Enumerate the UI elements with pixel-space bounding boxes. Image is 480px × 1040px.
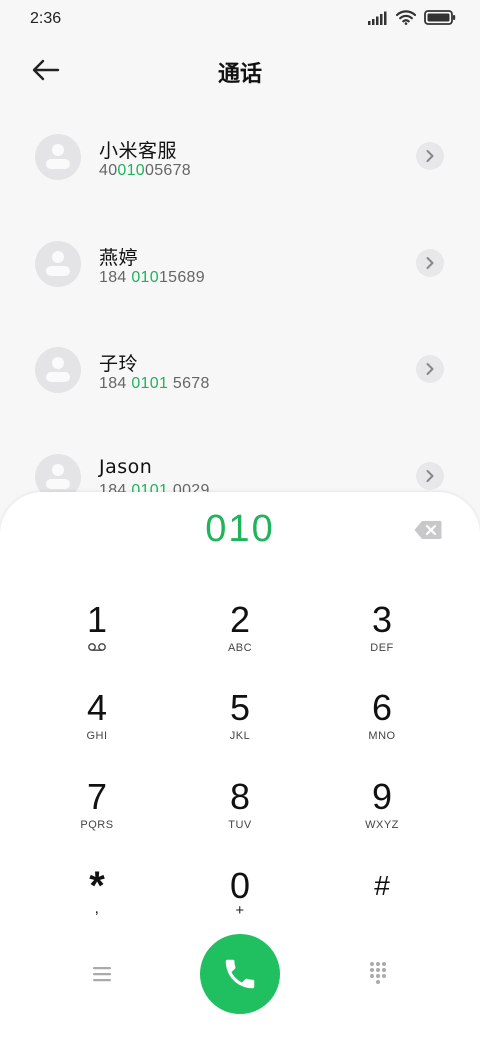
contact-row[interactable]: 小米客服 4001005678	[0, 100, 480, 207]
key-digit: 4	[86, 687, 108, 728]
key-letters: DEF	[370, 642, 394, 654]
match-highlight: 0101	[131, 375, 169, 392]
phone-screen: 2:36 通话 小米客服 4001005678 燕婷 184 01015689 …	[0, 0, 480, 1040]
key-6[interactable]: 6 MNO	[307, 688, 457, 770]
contact-detail-button[interactable]	[416, 249, 444, 277]
chevron-right-icon	[426, 363, 434, 375]
phone-icon	[225, 959, 255, 989]
contact-detail-button[interactable]	[416, 142, 444, 170]
header: 通话	[0, 40, 480, 100]
page-title: 通话	[217, 62, 262, 87]
contact-row[interactable]: 子玲 184 0101 5678	[0, 313, 480, 420]
avatar	[35, 134, 81, 180]
avatar	[35, 241, 81, 287]
key-7[interactable]: 7 PQRS	[22, 777, 172, 859]
key-letters: PQRS	[80, 819, 114, 831]
contact-row[interactable]: 燕婷 184 01015689	[0, 207, 480, 314]
key-letters: GHI	[86, 730, 108, 742]
wifi-icon	[396, 10, 416, 25]
key-letters: ,	[94, 900, 100, 917]
key-digit: 5	[229, 687, 251, 728]
contact-name: 燕婷	[99, 247, 139, 269]
voicemail-icon	[88, 643, 106, 651]
contact-number: 184 01015689	[99, 269, 205, 286]
match-highlight: 010	[117, 162, 146, 179]
contact-number: 184 0101 5678	[99, 375, 210, 392]
key-digit: 3	[371, 599, 393, 640]
signal-icon	[368, 11, 387, 25]
chevron-right-icon	[426, 150, 434, 162]
dialed-number: 010	[205, 508, 275, 550]
key-digit: 2	[229, 599, 251, 640]
key-letters: +	[235, 902, 245, 919]
key-digit: 1	[86, 599, 108, 640]
dialpad-panel: 010 1 2 ABC 3 DEF 4 GHI 5 JKL 6 MNO 7 PQ…	[0, 492, 480, 1040]
backspace-button[interactable]	[414, 520, 442, 540]
status-bar: 2:36	[0, 0, 480, 40]
key-letters: TUV	[228, 819, 252, 831]
keypad-toggle-button[interactable]	[366, 960, 390, 984]
dialpad-grid-icon	[370, 962, 386, 984]
key-digit: 6	[371, 687, 393, 728]
key-letters: WXYZ	[365, 819, 399, 831]
key-digit: 0	[229, 865, 251, 906]
chevron-right-icon	[426, 257, 434, 269]
call-button[interactable]	[200, 934, 280, 1014]
key-1[interactable]: 1	[22, 600, 172, 682]
contact-detail-button[interactable]	[416, 462, 444, 490]
match-highlight: 010	[131, 269, 159, 286]
key-letters: MNO	[368, 730, 396, 742]
key-digit: 9	[371, 776, 393, 817]
key-5[interactable]: 5 JKL	[165, 688, 315, 770]
contact-name: Jason	[99, 456, 153, 478]
call-log-menu-button[interactable]	[88, 960, 116, 988]
key-8[interactable]: 8 TUV	[165, 777, 315, 859]
battery-icon	[424, 10, 456, 25]
avatar	[35, 347, 81, 393]
contact-detail-button[interactable]	[416, 355, 444, 383]
key-digit: 8	[229, 776, 251, 817]
key-digit: 7	[86, 776, 108, 817]
contact-number: 4001005678	[99, 162, 192, 179]
key-9[interactable]: 9 WXYZ	[307, 777, 457, 859]
contact-name: 小米客服	[99, 140, 178, 162]
dialpad-bottom-bar	[0, 932, 480, 1022]
backspace-icon	[414, 521, 442, 539]
status-icons	[368, 10, 456, 25]
chevron-right-icon	[426, 470, 434, 482]
key-3[interactable]: 3 DEF	[307, 600, 457, 682]
status-time: 2:36	[30, 10, 62, 27]
contact-name: 子玲	[99, 353, 139, 375]
key-letters: JKL	[229, 730, 251, 742]
key-4[interactable]: 4 GHI	[22, 688, 172, 770]
menu-icon	[93, 967, 111, 982]
key-2[interactable]: 2 ABC	[165, 600, 315, 682]
key-letters: ABC	[227, 642, 253, 654]
key-digit: #	[374, 870, 390, 901]
